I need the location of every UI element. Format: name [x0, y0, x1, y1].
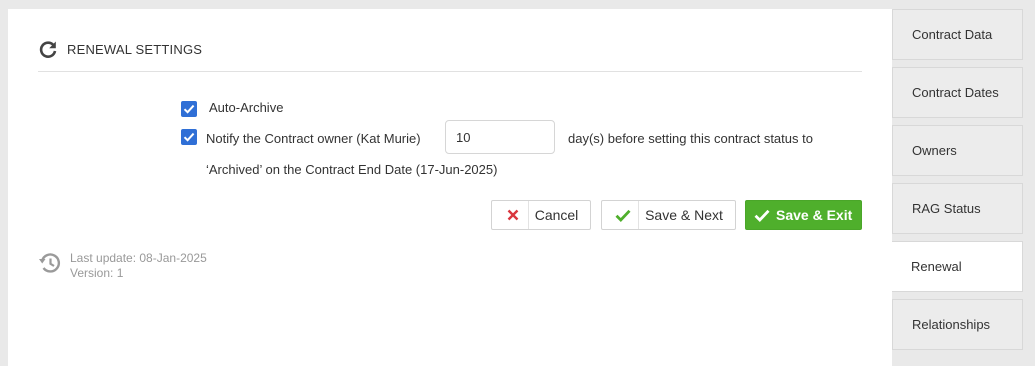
notify-owner-label: Notify the Contract owner (Kat Murie) [206, 131, 421, 146]
tab-rag-status[interactable]: RAG Status [892, 183, 1023, 234]
notify-days-input[interactable] [445, 120, 555, 154]
tab-relationships[interactable]: Relationships [892, 299, 1023, 350]
check-icon [608, 201, 639, 229]
check-icon [754, 209, 770, 222]
cancel-button-label: Cancel [534, 207, 579, 223]
save-next-button-label: Save & Next [645, 207, 723, 223]
version-text: Version: 1 [70, 266, 124, 280]
notify-suffix-label: day(s) before setting this contract stat… [568, 131, 813, 146]
notify-owner-checkbox[interactable] [181, 129, 197, 145]
main-panel: RENEWAL SETTINGS Auto-Archive Notify the… [8, 9, 892, 366]
save-exit-button[interactable]: Save & Exit [745, 200, 862, 230]
tab-contract-data[interactable]: Contract Data [892, 9, 1023, 60]
close-icon [498, 201, 529, 229]
auto-archive-checkbox[interactable] [181, 101, 197, 117]
tab-contract-dates[interactable]: Contract Dates [892, 67, 1023, 118]
section-title: RENEWAL SETTINGS [67, 42, 203, 57]
tab-owners[interactable]: Owners [892, 125, 1023, 176]
tab-renewal[interactable]: Renewal [892, 241, 1023, 292]
cancel-button[interactable]: Cancel [491, 200, 591, 230]
history-icon [38, 251, 62, 275]
notify-end-date-label: ‘Archived’ on the Contract End Date (17-… [206, 162, 498, 177]
section-header: RENEWAL SETTINGS [38, 37, 862, 72]
save-exit-button-label: Save & Exit [776, 207, 853, 223]
auto-archive-label: Auto-Archive [209, 100, 284, 115]
last-update-text: Last update: 08-Jan-2025 [70, 251, 207, 265]
save-next-button[interactable]: Save & Next [601, 200, 736, 230]
refresh-icon [38, 40, 58, 60]
